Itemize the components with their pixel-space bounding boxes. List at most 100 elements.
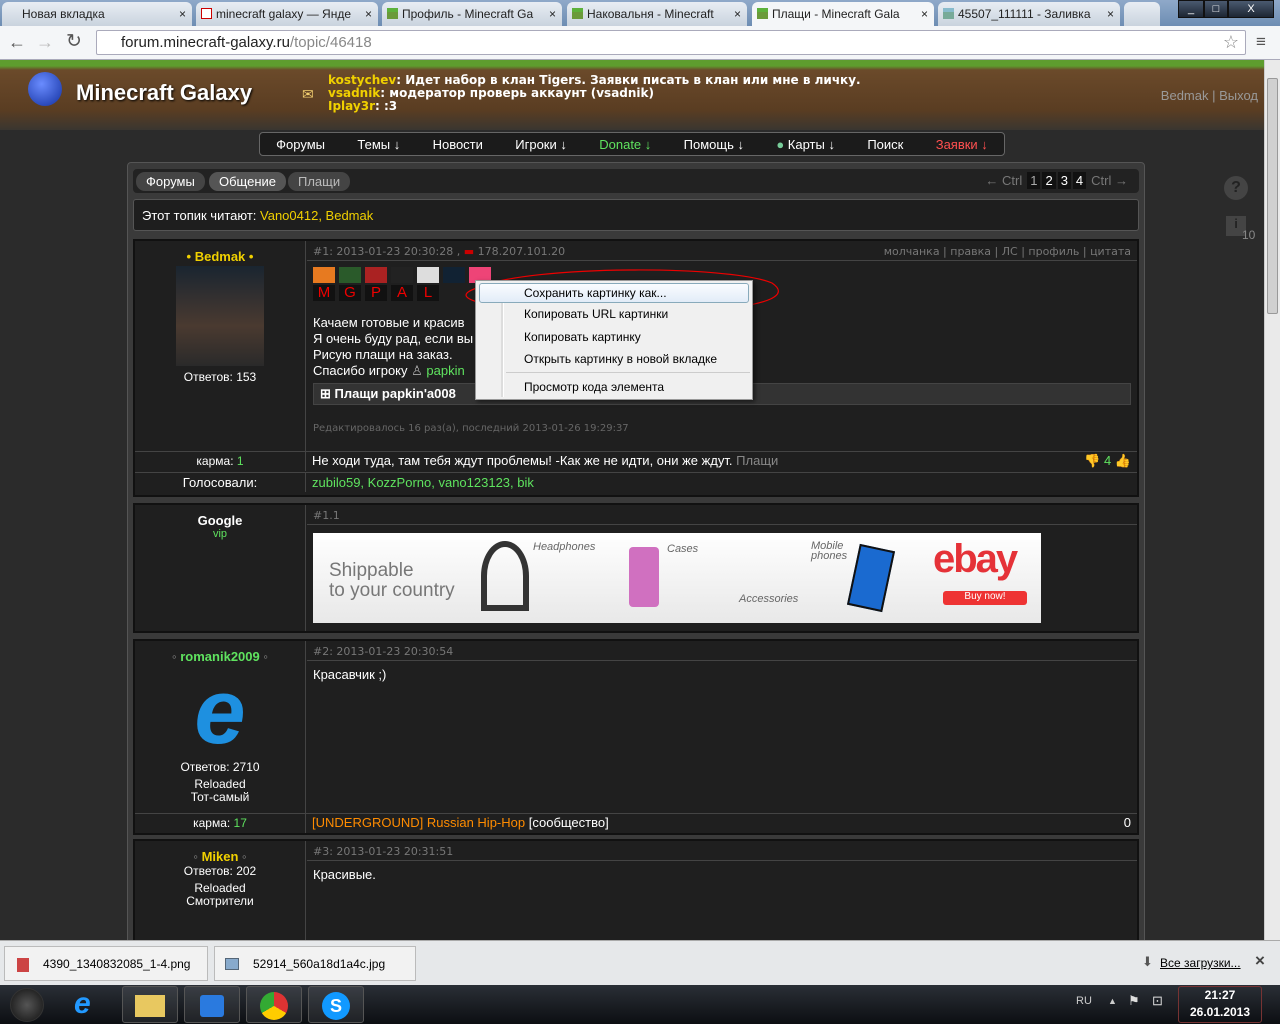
pager-prev[interactable]: ← Ctrl — [982, 172, 1025, 189]
media-player-icon[interactable] — [184, 986, 240, 1023]
readers-users[interactable]: Vano0412, Bedmak — [260, 208, 373, 223]
menu-save-image[interactable]: Сохранить картинку как... — [524, 286, 667, 300]
close-download-bar[interactable]: × — [1255, 951, 1265, 971]
mail-icon[interactable]: ✉ — [302, 86, 314, 103]
reply-count: Ответов: 202 — [183, 864, 257, 878]
menu-inspect-element[interactable]: Просмотр кода элемента — [524, 380, 664, 394]
shout-user[interactable]: kostychev — [328, 73, 396, 87]
new-tab-button[interactable] — [1124, 2, 1160, 26]
menu-icon[interactable]: ≡ — [1256, 32, 1266, 52]
cape-image[interactable] — [365, 267, 387, 283]
cape-image[interactable] — [339, 267, 361, 283]
cape-image[interactable] — [391, 267, 413, 283]
explorer-icon[interactable] — [122, 986, 178, 1023]
post-date[interactable]: #1: 2013-01-23 20:30:28 , — [313, 245, 464, 258]
page-3[interactable]: 3 — [1057, 172, 1071, 189]
nav-news[interactable]: Новости — [433, 137, 483, 152]
tab-anvil[interactable]: Наковальня - Minecraft × — [567, 2, 747, 26]
nav-search[interactable]: Поиск — [867, 137, 903, 152]
crumb-general[interactable]: Общение — [209, 172, 287, 191]
letter-image[interactable]: G — [339, 285, 361, 301]
author-name[interactable]: Miken — [202, 849, 239, 864]
nav-help[interactable]: Помощь ↓ — [684, 137, 744, 152]
nav-topics[interactable]: Темы ↓ — [357, 137, 400, 152]
menu-copy-image-url[interactable]: Копировать URL картинки — [524, 307, 668, 321]
buy-now-button[interactable]: Buy now! — [943, 591, 1027, 605]
post-meta[interactable]: #2: 2013-01-23 20:30:54 — [307, 641, 1137, 661]
crumb-capes[interactable]: Плащи — [288, 172, 351, 191]
all-downloads-link[interactable]: Все загрузки... — [1160, 956, 1241, 970]
skype-icon[interactable]: S — [308, 986, 364, 1023]
nav-maps[interactable]: ● Карты ↓ — [776, 137, 835, 152]
chrome-icon[interactable] — [246, 986, 302, 1023]
nav-applications[interactable]: Заявки ↓ — [936, 137, 988, 152]
scrollbar[interactable] — [1264, 60, 1280, 940]
avatar[interactable] — [176, 266, 264, 366]
forward-icon[interactable]: → — [36, 32, 54, 53]
minimize-button[interactable]: _ — [1178, 0, 1204, 18]
download-item[interactable]: 52914_560a18d1a4c.jpg — [214, 946, 416, 981]
post-meta[interactable]: #3: 2013-01-23 20:31:51 — [307, 841, 1137, 861]
nav-donate[interactable]: Donate ↓ — [599, 137, 651, 152]
site-logo[interactable]: Minecraft Galaxy — [76, 80, 252, 106]
star-icon[interactable]: ☆ — [1223, 32, 1239, 53]
thumb-up-icon[interactable]: 👍 — [1111, 453, 1131, 468]
cape-image[interactable] — [417, 267, 439, 283]
author-name[interactable]: Bedmak — [195, 249, 246, 264]
page-1[interactable]: 1 — [1027, 172, 1041, 189]
network-icon[interactable]: ⊡ — [1152, 993, 1163, 1009]
ie-icon[interactable]: e — [74, 987, 91, 1021]
ebay-logo: ebay — [933, 537, 1018, 581]
address-bar[interactable]: forum.minecraft-galaxy.ru/topic/46418 ☆ — [96, 30, 1246, 55]
close-icon[interactable]: × — [549, 7, 556, 21]
letter-image[interactable]: M — [313, 285, 335, 301]
shout-user[interactable]: Iplay3r — [328, 99, 375, 113]
close-icon[interactable]: × — [1107, 7, 1114, 21]
crumb-forums[interactable]: Форумы — [136, 172, 205, 191]
flag-icon[interactable]: ⚑ — [1128, 993, 1140, 1009]
tab-yandex[interactable]: minecraft galaxy — Янде × — [196, 2, 378, 26]
maximize-button[interactable]: □ — [1204, 0, 1228, 18]
page-4[interactable]: 4 — [1072, 172, 1087, 189]
language-indicator[interactable]: RU — [1076, 995, 1092, 1007]
tab-capes[interactable]: Плащи - Minecraft Gala × — [752, 2, 934, 26]
letter-image[interactable]: P — [365, 285, 387, 301]
topic-link[interactable]: Плащи — [736, 453, 778, 468]
tray-expand-icon[interactable]: ▲ — [1108, 996, 1117, 1006]
page-2[interactable]: 2 — [1042, 172, 1056, 189]
start-button[interactable] — [10, 988, 44, 1022]
tab-profile[interactable]: Профиль - Minecraft Ga × — [382, 2, 562, 26]
reload-icon[interactable]: ↻ — [66, 30, 82, 53]
expand-icon[interactable]: ⊞ — [320, 386, 335, 401]
post-actions[interactable]: молчанка | правка | ЛС | профиль | цитат… — [884, 245, 1131, 258]
close-icon[interactable]: × — [179, 7, 186, 21]
nav-forums[interactable]: Форумы — [276, 137, 325, 152]
back-icon[interactable]: ← — [8, 32, 26, 53]
tab-upload[interactable]: 45507_111111 - Заливка × — [938, 2, 1120, 26]
pager-next[interactable]: Ctrl → — [1088, 172, 1131, 189]
png-file-icon — [17, 958, 29, 972]
avatar-ie-logo[interactable]: e — [172, 666, 268, 758]
ebay-ad-banner[interactable]: Shippable to your country Headphones Case… — [313, 533, 1041, 623]
scrollbar-thumb[interactable] — [1267, 78, 1278, 314]
letter-image[interactable]: A — [391, 285, 413, 301]
cape-image[interactable] — [313, 267, 335, 283]
signature-link[interactable]: [UNDERGROUND] Russian Hip-Hop — [312, 815, 525, 830]
window-close-button[interactable]: X — [1228, 0, 1274, 18]
thumb-down-icon[interactable]: 👎 — [1084, 453, 1104, 468]
tab-new[interactable]: Новая вкладка × — [2, 2, 192, 26]
shout-user[interactable]: vsadnik — [328, 86, 380, 100]
download-item[interactable]: 4390_1340832085_1-4.png — [4, 946, 208, 981]
user-link[interactable]: papkin — [426, 363, 464, 378]
menu-open-image-new-tab[interactable]: Открыть картинку в новой вкладке — [524, 352, 717, 366]
user-links[interactable]: Bedmak | Выход — [1161, 88, 1258, 103]
menu-copy-image[interactable]: Копировать картинку — [524, 330, 641, 344]
close-icon[interactable]: × — [734, 7, 741, 21]
help-button[interactable]: ? — [1224, 176, 1248, 200]
voters-list[interactable]: zubilo59, KozzPorno, vano123123, bik — [312, 475, 534, 490]
close-icon[interactable]: × — [365, 7, 372, 21]
clock[interactable]: 21:27 26.01.2013 — [1178, 986, 1262, 1023]
letter-image[interactable]: L — [417, 285, 439, 301]
nav-players[interactable]: Игроки ↓ — [515, 137, 567, 152]
close-icon[interactable]: × — [921, 7, 928, 21]
